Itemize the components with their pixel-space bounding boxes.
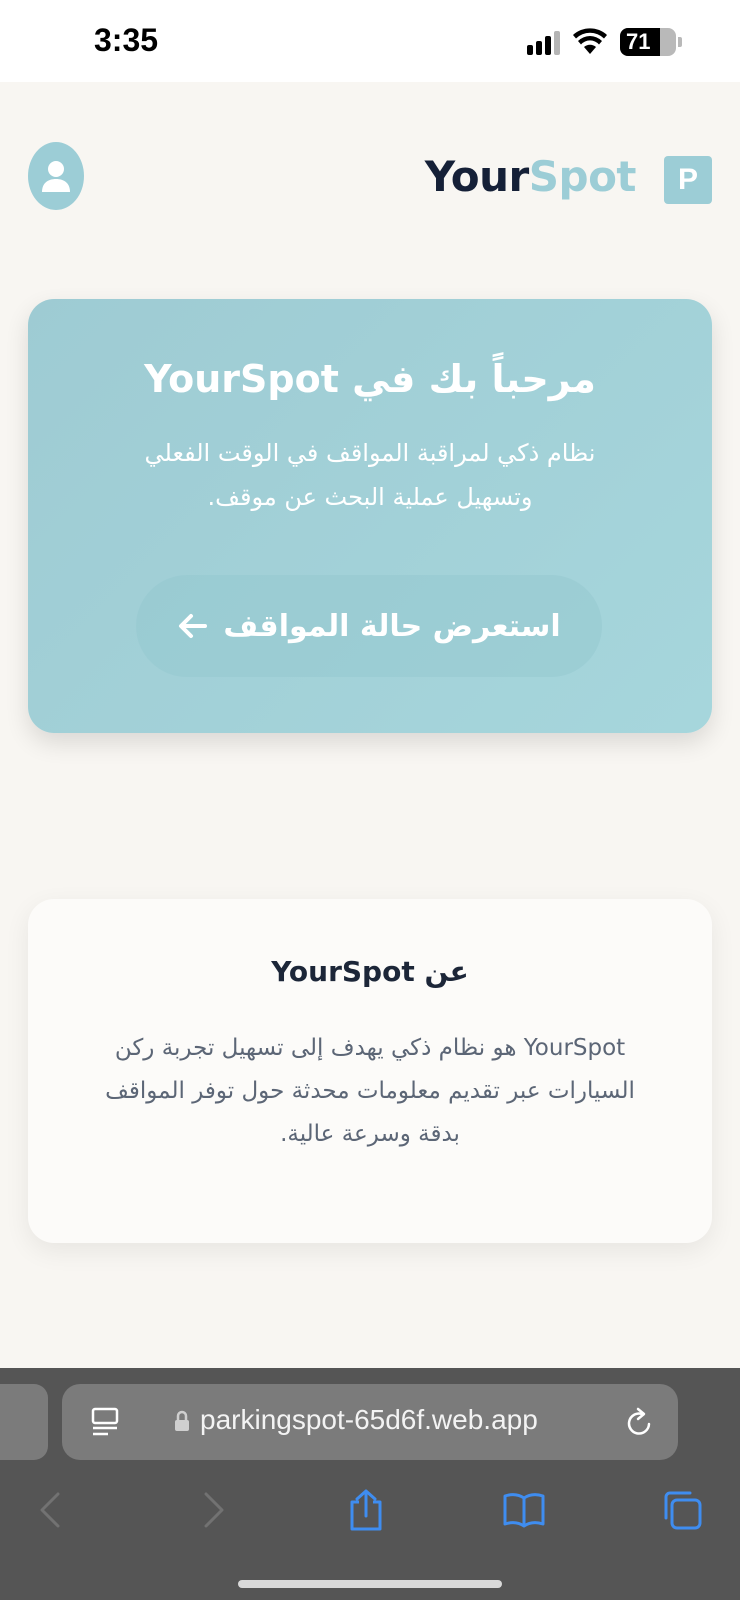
reload-icon[interactable] [624, 1406, 654, 1438]
url-text: parkingspot-65d6f.web.app [200, 1404, 538, 1435]
profile-avatar-button[interactable] [28, 142, 84, 210]
view-parking-status-button[interactable]: استعرض حالة المواقف [136, 575, 602, 677]
brand-name-part2: Spot [528, 151, 637, 201]
about-title: عن YourSpot [271, 955, 469, 988]
lock-icon [175, 1410, 189, 1431]
hero-card: مرحباً بك في YourSpot نظام ذكي لمراقبة ا… [28, 299, 712, 733]
battery-tip [678, 37, 682, 47]
battery-icon: 71 [620, 28, 676, 56]
browser-chrome: parkingspot-65d6f.web.app [0, 1368, 740, 1600]
forward-icon[interactable] [190, 1488, 234, 1532]
about-card: عن YourSpot YourSpot هو نظام ذكي يهدف إل… [28, 899, 712, 1243]
back-icon[interactable] [30, 1488, 74, 1532]
tabs-icon[interactable] [660, 1488, 704, 1532]
brand-name: YourSpot [424, 151, 637, 201]
status-bar: 3:35 71 [0, 0, 740, 82]
hero-description: نظام ذكي لمراقبة المواقف في الوقت الفعلي… [98, 431, 642, 519]
status-time: 3:35 [94, 22, 159, 58]
arrow-left-icon [179, 614, 208, 638]
status-icons: 71 [527, 28, 682, 56]
page-menu-icon[interactable] [90, 1406, 120, 1438]
view-parking-status-label: استعرض حالة المواقف [223, 608, 561, 644]
hero-description-line1: نظام ذكي لمراقبة المواقف في الوقت الفعلي [144, 439, 596, 467]
address-bar[interactable]: parkingspot-65d6f.web.app [62, 1384, 678, 1460]
previous-tab-peek[interactable] [0, 1384, 48, 1460]
hero-description-line2: وتسهيل عملية البحث عن موقف. [207, 483, 533, 511]
logo-letter: P [677, 163, 698, 196]
brand-name-part1: Your [424, 151, 530, 201]
home-indicator[interactable] [238, 1580, 502, 1588]
brand[interactable]: YourSpot P [425, 148, 712, 204]
about-description: YourSpot هو نظام ذكي يهدف إلى تسهيل تجرب… [105, 1035, 635, 1147]
wifi-icon [573, 28, 607, 54]
user-icon [42, 161, 70, 192]
cellular-signal-icon [527, 29, 560, 55]
parking-logo-icon: P [664, 156, 712, 204]
share-icon[interactable] [344, 1488, 388, 1532]
bookmarks-icon[interactable] [502, 1488, 546, 1532]
battery-percent: 71 [626, 29, 651, 54]
browser-toolbar [0, 1480, 740, 1560]
hero-title: مرحباً بك في YourSpot [144, 357, 596, 401]
